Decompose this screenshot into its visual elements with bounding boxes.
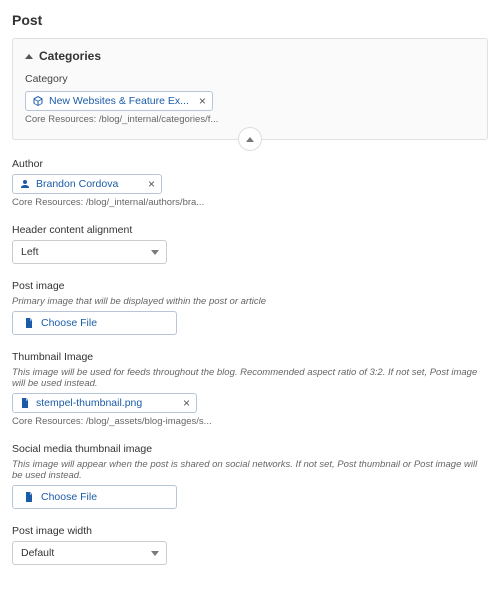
header-align-label: Header content alignment (12, 224, 488, 236)
category-chip-label: New Websites & Feature Ex... (49, 95, 189, 107)
chevron-up-icon (246, 137, 254, 142)
header-align-group: Header content alignment Left (12, 224, 488, 264)
person-icon (19, 178, 31, 190)
post-image-hint: Primary image that will be displayed wit… (12, 296, 488, 307)
chevron-up-icon (25, 54, 33, 59)
post-image-group: Post image Primary image that will be di… (12, 280, 488, 335)
file-icon (23, 491, 35, 503)
social-image-hint: This image will appear when the post is … (12, 459, 488, 481)
categories-heading: Categories (39, 49, 101, 63)
author-chip[interactable]: Brandon Cordova × (12, 174, 162, 194)
close-icon[interactable]: × (183, 397, 190, 409)
author-group: Author Brandon Cordova × Core Resources:… (12, 158, 488, 208)
choose-file-label: Choose File (41, 491, 97, 503)
page-title: Post (12, 12, 488, 28)
close-icon[interactable]: × (199, 95, 206, 107)
post-image-choose-button[interactable]: Choose File (12, 311, 177, 335)
category-field-label: Category (25, 73, 475, 85)
choose-file-label: Choose File (41, 317, 97, 329)
image-width-label: Post image width (12, 525, 488, 537)
header-align-select[interactable]: Left (12, 240, 167, 264)
post-image-label: Post image (12, 280, 488, 292)
social-image-group: Social media thumbnail image This image … (12, 443, 488, 509)
panel-collapse-button[interactable] (238, 127, 262, 151)
file-icon (23, 317, 35, 329)
thumbnail-path: Core Resources: /blog/_assets/blog-image… (12, 416, 488, 427)
author-label: Author (12, 158, 488, 170)
thumbnail-file-chip[interactable]: stempel-thumbnail.png × (12, 393, 197, 413)
cube-icon (32, 95, 44, 107)
image-width-group: Post image width Default (12, 525, 488, 565)
thumbnail-image-group: Thumbnail Image This image will be used … (12, 351, 488, 427)
close-icon[interactable]: × (148, 178, 155, 190)
category-chip[interactable]: New Websites & Feature Ex... × (25, 91, 213, 111)
thumbnail-image-label: Thumbnail Image (12, 351, 488, 363)
social-image-label: Social media thumbnail image (12, 443, 488, 455)
image-width-select[interactable]: Default (12, 541, 167, 565)
author-path: Core Resources: /blog/_internal/authors/… (12, 197, 488, 208)
categories-panel-header[interactable]: Categories (25, 49, 475, 63)
file-icon (19, 397, 31, 409)
author-chip-label: Brandon Cordova (36, 178, 138, 190)
thumbnail-image-hint: This image will be used for feeds throug… (12, 367, 488, 389)
category-path: Core Resources: /blog/_internal/categori… (25, 114, 475, 125)
social-image-choose-button[interactable]: Choose File (12, 485, 177, 509)
thumbnail-file-name: stempel-thumbnail.png (36, 397, 173, 409)
categories-panel: Categories Category New Websites & Featu… (12, 38, 488, 140)
